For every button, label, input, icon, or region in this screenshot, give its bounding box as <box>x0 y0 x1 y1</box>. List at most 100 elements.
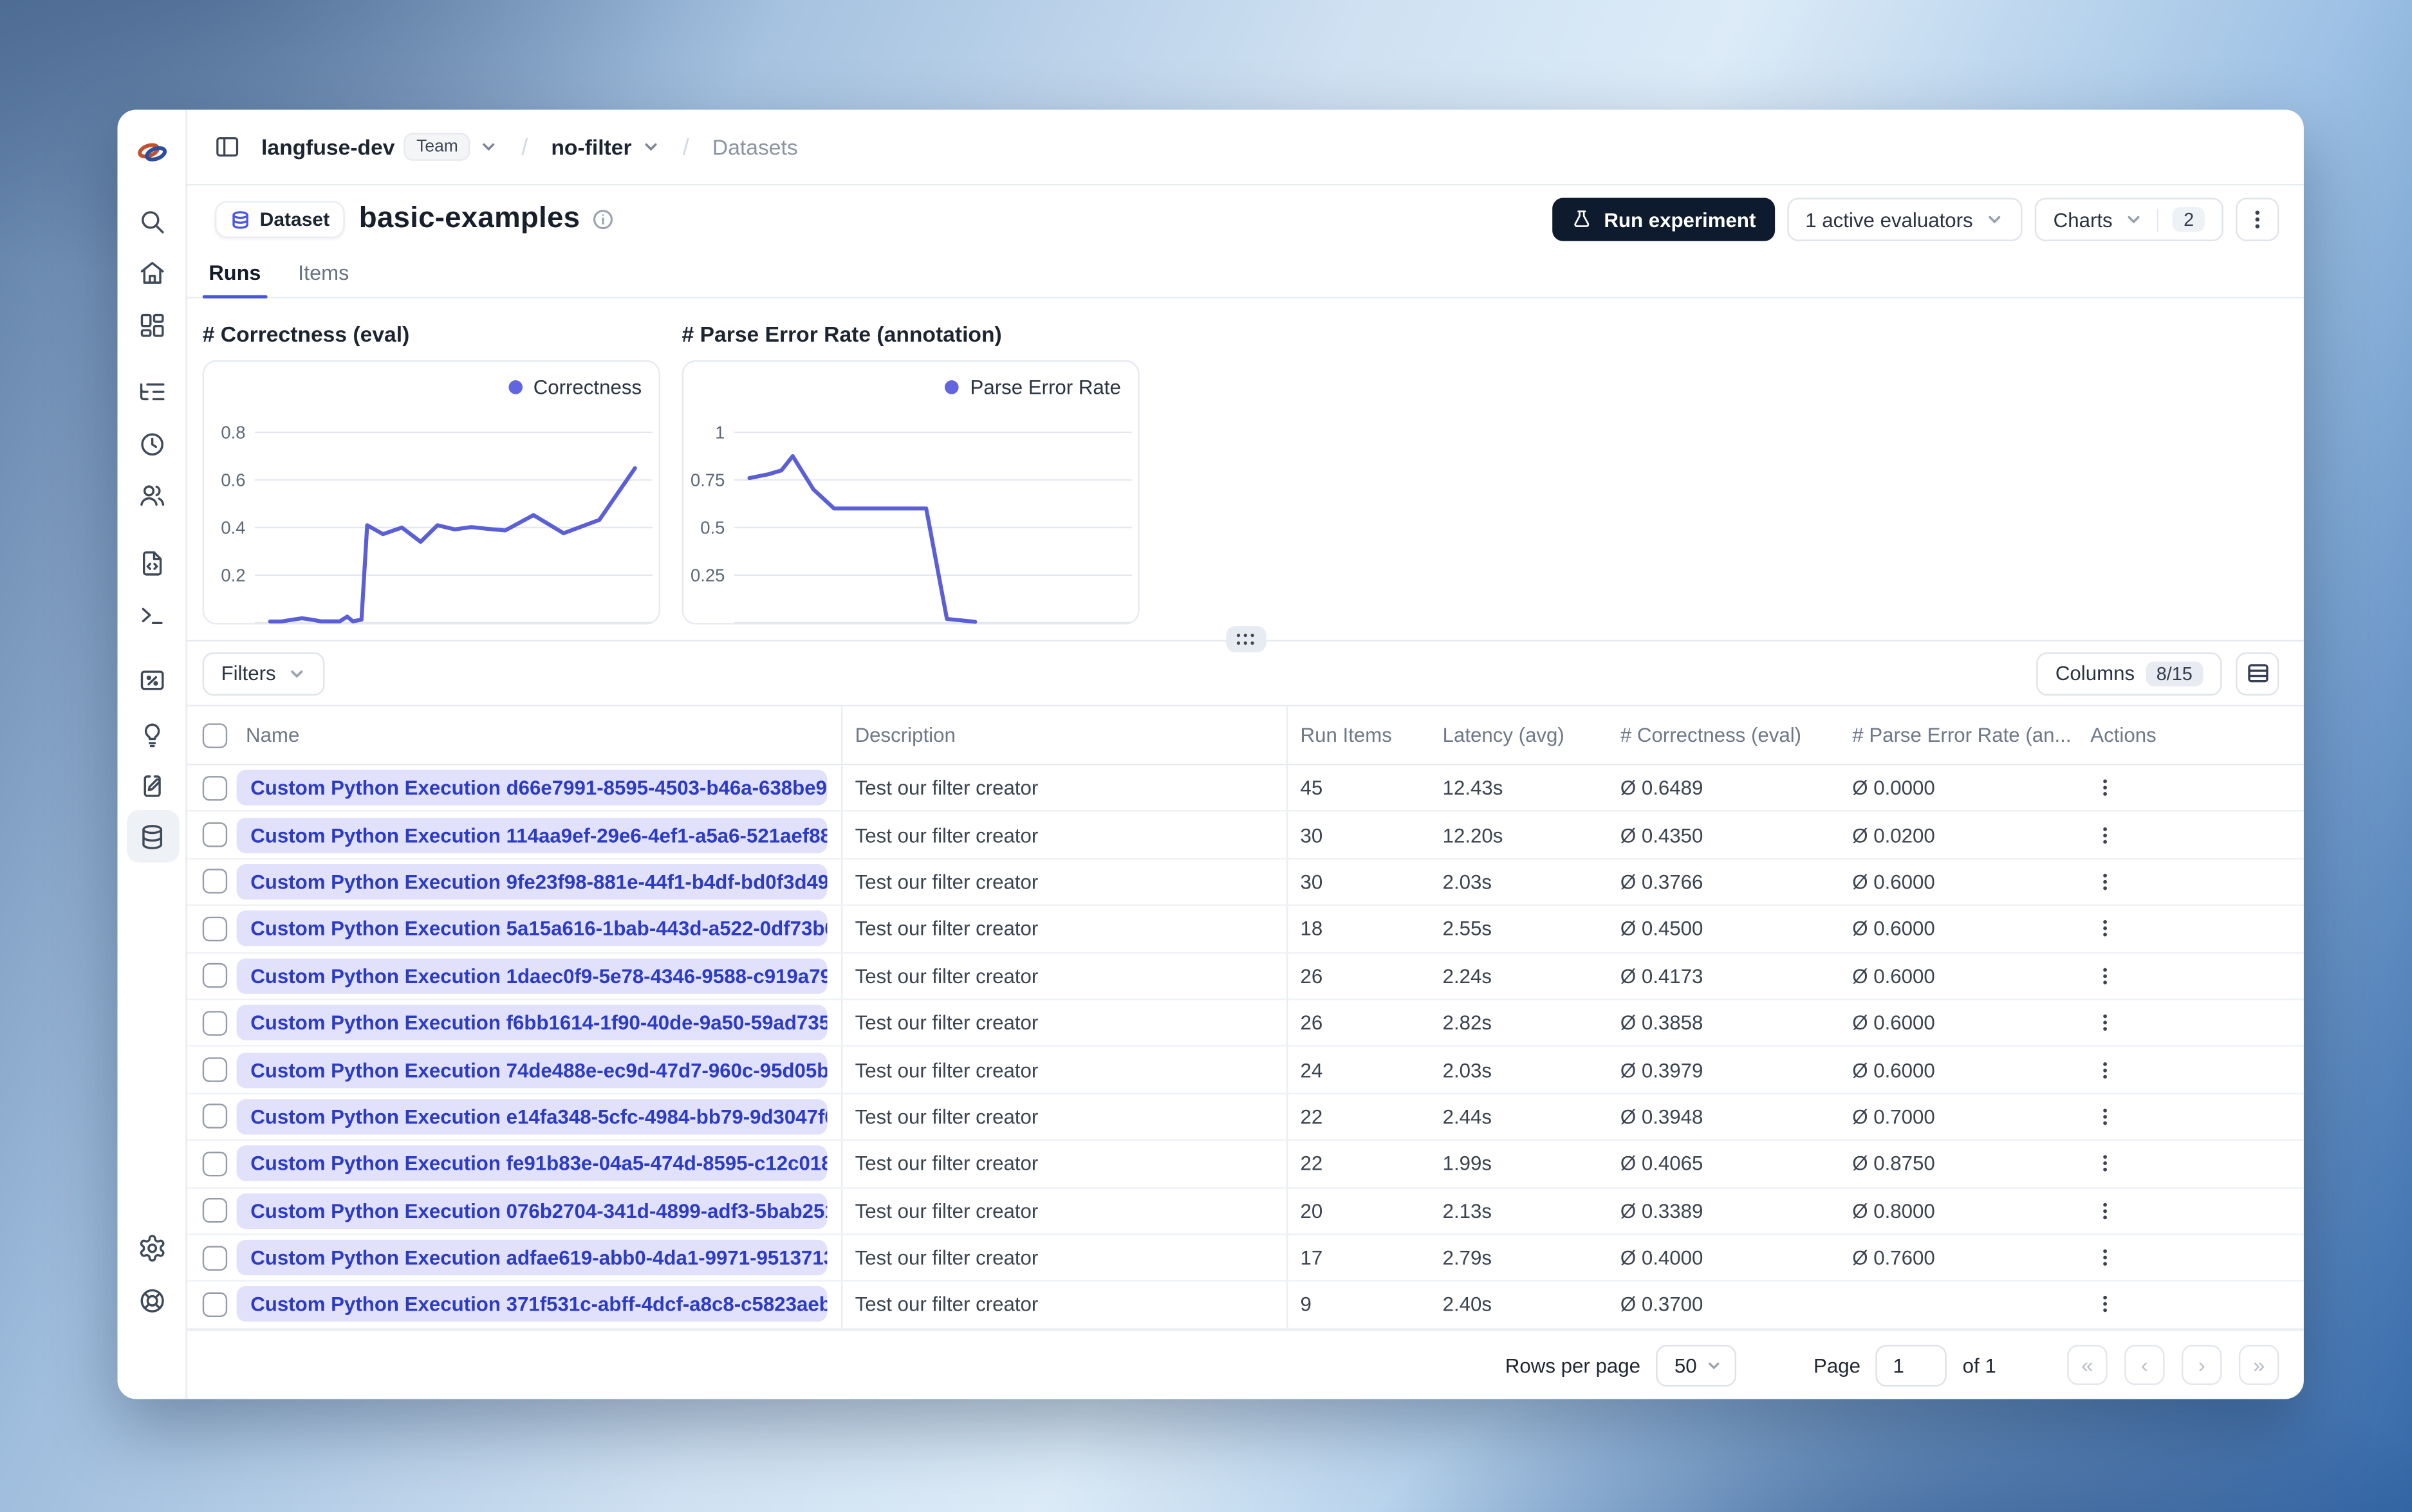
sidebar-item-dashboards[interactable] <box>126 299 179 351</box>
sidebar-item-settings[interactable] <box>126 1221 179 1274</box>
row-actions-button[interactable] <box>2090 1154 2118 1174</box>
column-header-description[interactable]: Description <box>842 706 1288 764</box>
breadcrumb-project[interactable]: no-filter <box>551 134 659 159</box>
dashboard-icon <box>140 313 164 337</box>
tab-runs[interactable]: Runs <box>202 261 267 299</box>
row-actions-button[interactable] <box>2090 825 2118 845</box>
section-resize-handle[interactable] <box>1225 626 1266 652</box>
row-checkbox[interactable] <box>202 1104 228 1129</box>
last-page-button[interactable]: » <box>2238 1345 2279 1385</box>
run-name-link[interactable]: Custom Python Execution 1daec0f9-5e78-43… <box>236 957 828 994</box>
row-checkbox[interactable] <box>202 916 228 941</box>
kebab-icon <box>2255 210 2259 228</box>
run-name-link[interactable]: Custom Python Execution 74de488e-ec9d-47… <box>236 1052 828 1088</box>
sidebar-item-tracing[interactable] <box>126 365 179 418</box>
next-page-button[interactable]: › <box>2182 1345 2222 1385</box>
row-actions-button[interactable] <box>2090 1060 2118 1080</box>
sidebar-item-users[interactable] <box>126 468 179 521</box>
latency-value: 1.99s <box>1442 1152 1492 1175</box>
run-name-link[interactable]: Custom Python Execution d66e7991-8595-45… <box>236 770 828 806</box>
row-actions-button[interactable] <box>2090 872 2118 892</box>
row-actions-button[interactable] <box>2090 1013 2118 1033</box>
latency-value: 2.24s <box>1442 964 1492 988</box>
run-items-value: 17 <box>1300 1246 1323 1269</box>
run-name-link[interactable]: Custom Python Execution f6bb1614-1f90-40… <box>236 1005 828 1041</box>
svg-text:0.5: 0.5 <box>700 517 725 537</box>
column-header-name[interactable]: Name <box>234 706 843 764</box>
sidebar-item-home[interactable] <box>126 246 179 299</box>
run-name-link[interactable]: Custom Python Execution adfae619-abb0-4d… <box>236 1240 828 1276</box>
row-checkbox[interactable] <box>202 1292 228 1317</box>
page-number-input[interactable] <box>1876 1344 1947 1386</box>
run-name-link[interactable]: Custom Python Execution fe91b83e-04a5-47… <box>236 1146 828 1182</box>
header-kebab-button[interactable] <box>2236 198 2279 241</box>
run-experiment-button[interactable]: Run experiment <box>1553 198 1775 241</box>
run-items-value: 45 <box>1300 776 1323 800</box>
correctness-value: Ø 0.4000 <box>1620 1246 1703 1269</box>
tab-bar: Runs Items <box>187 254 2304 299</box>
active-evaluators-button[interactable]: 1 active evaluators <box>1786 198 2023 241</box>
sidebar-item-annotation-queues[interactable] <box>126 759 179 812</box>
row-height-button[interactable] <box>2236 651 2279 695</box>
home-icon <box>140 261 164 283</box>
row-checkbox[interactable] <box>202 1057 228 1082</box>
row-checkbox[interactable] <box>202 1010 228 1035</box>
row-checkbox[interactable] <box>202 1198 228 1223</box>
tab-items[interactable]: Items <box>298 261 349 297</box>
desktop-background: langfuse-dev Team / no-filter / Datasets… <box>0 0 2412 1512</box>
row-checkbox[interactable] <box>202 869 228 894</box>
sidebar-item-sessions[interactable] <box>126 418 179 470</box>
row-checkbox[interactable] <box>202 963 228 988</box>
columns-button[interactable]: Columns 8/15 <box>2037 651 2222 695</box>
rows-per-page-select[interactable]: 50 <box>1655 1344 1736 1386</box>
sidebar-item-prompts[interactable] <box>126 537 179 589</box>
latency-value: 2.79s <box>1442 1246 1492 1269</box>
row-checkbox[interactable] <box>202 775 228 800</box>
info-icon[interactable] <box>592 208 614 230</box>
table-row: Custom Python Execution f6bb1614-1f90-40… <box>187 1000 2304 1047</box>
breadcrumb-org[interactable]: langfuse-dev Team <box>261 133 498 161</box>
run-name-link[interactable]: Custom Python Execution 371f531c-abff-4d… <box>236 1287 828 1323</box>
sidebar-item-playground[interactable] <box>126 587 179 640</box>
row-actions-button[interactable] <box>2090 1107 2118 1127</box>
run-name-link[interactable]: Custom Python Execution 5a15a616-1bab-44… <box>236 910 828 947</box>
latency-value: 2.82s <box>1442 1011 1492 1035</box>
columns-count-badge: 8/15 <box>2145 661 2203 686</box>
correctness-value: Ø 0.3979 <box>1620 1058 1703 1082</box>
filters-button[interactable]: Filters <box>202 651 326 695</box>
first-page-button[interactable]: « <box>2067 1345 2108 1385</box>
row-actions-button[interactable] <box>2090 1248 2118 1268</box>
prev-page-button[interactable]: ‹ <box>2124 1345 2165 1385</box>
sidebar-item-evaluation[interactable] <box>126 654 179 706</box>
row-actions-button[interactable] <box>2090 1295 2118 1314</box>
run-name-link[interactable]: Custom Python Execution 9fe23f98-881e-44… <box>236 863 828 900</box>
column-header-latency[interactable]: Latency (avg) <box>1430 723 1608 746</box>
database-icon <box>232 210 248 228</box>
select-all-checkbox[interactable] <box>202 723 228 748</box>
sidebar-item-insights[interactable] <box>126 708 179 761</box>
column-header-parse-error[interactable]: # Parse Error Rate (an... <box>1840 723 2072 746</box>
run-name-link[interactable]: Custom Python Execution 076b2704-341d-48… <box>236 1193 828 1229</box>
row-actions-button[interactable] <box>2090 778 2118 798</box>
breadcrumb-separator: / <box>682 133 689 160</box>
row-checkbox[interactable] <box>202 1245 228 1270</box>
row-actions-button[interactable] <box>2090 919 2118 939</box>
sidebar-toggle-button[interactable] <box>207 127 247 167</box>
legend-label: Correctness <box>533 375 642 399</box>
row-checkbox[interactable] <box>202 822 228 847</box>
column-header-correctness[interactable]: # Correctness (eval) <box>1608 723 1840 746</box>
run-name-link[interactable]: Custom Python Execution 114aa9ef-29e6-4e… <box>236 816 828 853</box>
breadcrumb-section[interactable]: Datasets <box>712 134 798 159</box>
row-checkbox[interactable] <box>202 1151 228 1176</box>
grip-dots-icon <box>1236 633 1254 645</box>
run-name-link[interactable]: Custom Python Execution e14fa348-5cfc-49… <box>236 1099 828 1135</box>
sidebar-item-datasets[interactable] <box>125 809 179 863</box>
chevron-down-icon <box>1989 216 2001 224</box>
sidebar-item-search[interactable] <box>126 195 179 248</box>
row-actions-button[interactable] <box>2090 1201 2118 1221</box>
sidebar-item-support[interactable] <box>126 1274 179 1327</box>
charts-toggle-button[interactable]: Charts 2 <box>2034 198 2223 241</box>
row-actions-button[interactable] <box>2090 966 2118 986</box>
table-row: Custom Python Execution fe91b83e-04a5-47… <box>187 1141 2304 1188</box>
column-header-run-items[interactable]: Run Items <box>1288 723 1430 746</box>
